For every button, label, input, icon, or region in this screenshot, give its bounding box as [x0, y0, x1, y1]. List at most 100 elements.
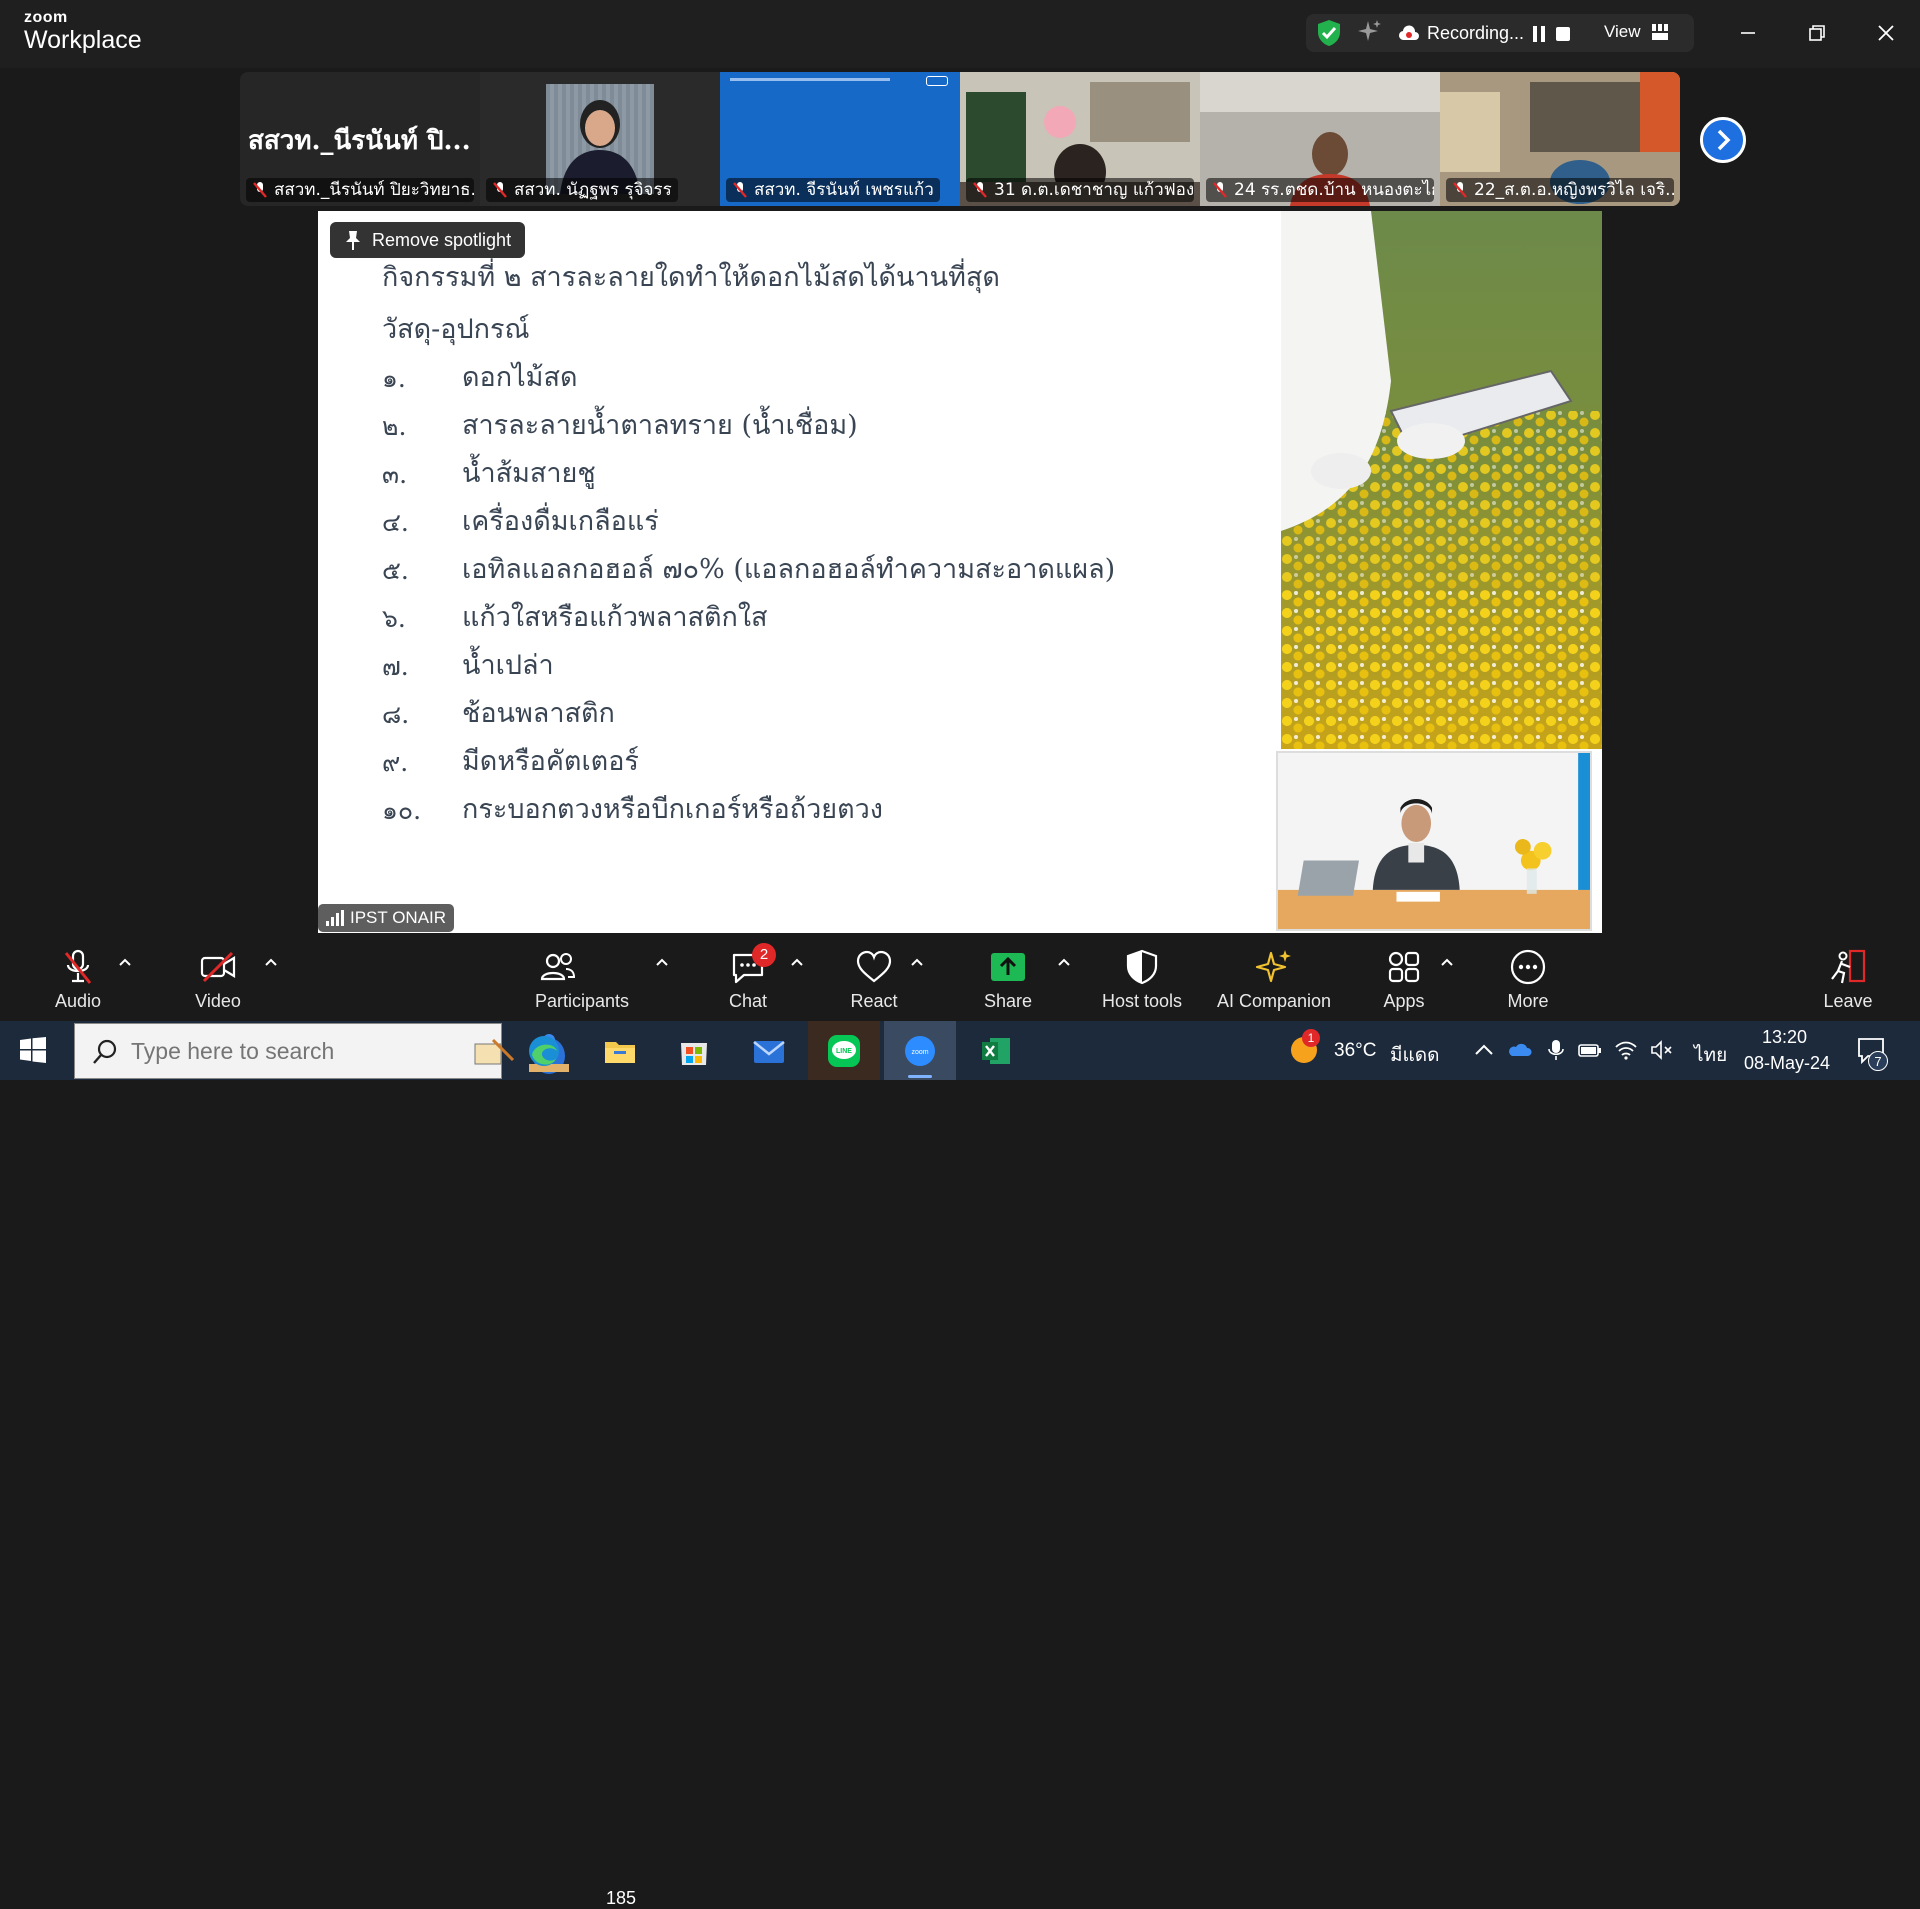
weather-description[interactable]: มีแดด [1390, 1040, 1439, 1070]
battery-icon[interactable] [1578, 1039, 1602, 1061]
restore-icon[interactable] [1802, 18, 1832, 48]
list-item: สารละลายน้ำตาลทราย (น้ำเชื่อม) [462, 410, 858, 441]
clock-time[interactable]: 13:20 [1762, 1027, 1807, 1048]
excel-icon [982, 1038, 1010, 1064]
windows-start-icon[interactable] [20, 1037, 46, 1063]
chat-options-chevron-up-icon[interactable] [790, 957, 804, 967]
list-number: ๓. [382, 460, 408, 489]
svg-text:LINE: LINE [836, 1048, 852, 1055]
taskbar-line[interactable]: LINE [808, 1021, 880, 1080]
audio-button[interactable]: Audio [38, 933, 118, 1021]
more-icon [1510, 949, 1546, 985]
host-tools-button[interactable]: Host tools [1092, 933, 1192, 1021]
participant-tile[interactable]: สสวท._นีรนันท์ ปิ... สสวท._นีรนันท์ ปิยะ… [240, 72, 480, 206]
close-icon[interactable] [1871, 18, 1901, 48]
share-button[interactable]: Share [968, 933, 1048, 1021]
meeting-toolbar: Audio Video Participants 185 Chat 2 Reac… [0, 933, 1920, 1908]
title-bar: zoom Workplace Recording... View [0, 0, 1920, 68]
participants-count: 185 [606, 1888, 637, 1908]
taskbar-search[interactable] [74, 1023, 569, 1079]
participants-options-chevron-up-icon[interactable] [655, 957, 669, 967]
list-number: ๘. [382, 700, 410, 729]
minimize-icon[interactable] [1733, 18, 1763, 48]
recording-status: Recording... [1427, 23, 1525, 43]
share-options-chevron-up-icon[interactable] [1057, 957, 1071, 967]
mic-muted-icon [253, 182, 267, 198]
more-button[interactable]: More [1488, 933, 1568, 1021]
edge-browser-icon [529, 1036, 559, 1066]
leave-button[interactable]: Leave [1808, 933, 1888, 1021]
taskbar-zoom[interactable]: zoom [884, 1021, 956, 1080]
taskbar-edge[interactable] [508, 1021, 580, 1080]
clock-date[interactable]: 08-May-24 [1744, 1053, 1830, 1074]
cloud-recording-icon [1398, 25, 1419, 41]
encryption-shield-icon[interactable] [1316, 19, 1342, 47]
participant-name: 31 ด.ต.เดชาชาญ แก้วฟอง [966, 178, 1194, 202]
mic-muted-icon [973, 182, 987, 198]
mic-muted-icon [64, 949, 92, 984]
chevron-up-icon[interactable] [1472, 1039, 1496, 1061]
mail-icon [753, 1041, 785, 1063]
participant-tile[interactable]: สสวท. จีรนันท์ เพชรแก้ว [720, 72, 960, 206]
windows-taskbar: LINE zoom 1 36°C มีแดด ไทย 13:20 08-May-… [0, 1021, 1920, 1080]
video-button[interactable]: Video [178, 933, 258, 1021]
gallery-strip: สสวท._นีรนันท์ ปิ... สสวท._นีรนันท์ ปิยะ… [240, 72, 1680, 206]
taskbar-mail[interactable] [733, 1021, 805, 1080]
taskbar-file-explorer[interactable] [584, 1021, 656, 1080]
list-number: ๑๐. [382, 796, 422, 825]
flower-field-photo [1281, 211, 1602, 749]
list-item: กระบอกตวงหรือบีกเกอร์หรือถ้วยตวง [462, 794, 883, 825]
taskbar-excel[interactable] [960, 1021, 1032, 1080]
input-language[interactable]: ไทย [1694, 1040, 1727, 1070]
share-screen-icon [991, 953, 1025, 981]
stop-recording-icon[interactable] [1556, 27, 1570, 41]
ai-companion-button[interactable]: AI Companion [1212, 933, 1336, 1021]
mic-muted-icon [1453, 182, 1467, 198]
mic-muted-icon [1213, 182, 1227, 198]
apps-options-chevron-up-icon[interactable] [1440, 957, 1454, 967]
participant-tile[interactable]: 31 ด.ต.เดชาชาญ แก้วฟอง [960, 72, 1200, 206]
list-item: แก้วใสหรือแก้วพลาสติกใส [462, 602, 768, 633]
list-number: ๑. [382, 364, 406, 393]
taskbar-store[interactable] [658, 1021, 730, 1080]
list-item: เอทิลแอลกอฮอล์ ๗๐% (แอลกอฮอล์ทำความสะอาด… [462, 554, 1116, 585]
participant-name: 22_ส.ต.อ.หญิงพรวิไล เจริ... [1446, 178, 1674, 202]
search-input[interactable] [131, 1034, 431, 1068]
audio-options-chevron-up-icon[interactable] [118, 957, 132, 967]
onedrive-cloud-icon[interactable] [1508, 1039, 1532, 1061]
pause-recording-icon[interactable] [1532, 26, 1546, 42]
participant-name: 24 รร.ตชด.บ้าน หนองตะไก้ [1206, 178, 1434, 202]
participant-name: สสวท. จีรนันท์ เพชรแก้ว [726, 178, 940, 202]
line-app-icon: LINE [828, 1035, 860, 1067]
list-item: น้ำเปล่า [462, 650, 554, 681]
slide-thumbnail-header [730, 78, 890, 81]
next-page-chevron-right-icon[interactable] [1700, 117, 1746, 163]
ai-sparkle-icon[interactable] [1357, 19, 1383, 45]
grid-view-icon[interactable] [1652, 24, 1668, 40]
video-options-chevron-up-icon[interactable] [264, 957, 278, 967]
participant-tile[interactable]: 22_ส.ต.อ.หญิงพรวิไล เจริ... [1440, 72, 1680, 206]
weather-temperature[interactable]: 36°C [1334, 1040, 1376, 1062]
list-item: ดอกไม้สด [462, 362, 578, 393]
spotlight-user-label: IPST ONAIR [318, 904, 455, 932]
zoom-app-icon: zoom [905, 1036, 935, 1066]
slide-title: กิจกรรมที่ ๒ สารละลายใดทำให้ดอกไม้สดได้น… [382, 262, 1000, 293]
wifi-icon[interactable] [1614, 1039, 1638, 1061]
react-button[interactable]: React [834, 933, 914, 1021]
brand-zoom: zoom [24, 9, 68, 26]
mic-muted-icon [493, 182, 507, 198]
participants-button[interactable]: Participants [522, 933, 642, 1021]
list-item: มีดหรือคัตเตอร์ [462, 746, 639, 777]
react-options-chevron-up-icon[interactable] [910, 957, 924, 967]
remove-spotlight-button[interactable]: Remove spotlight [330, 222, 526, 258]
microphone-icon[interactable] [1544, 1039, 1568, 1061]
weather-badge: 1 [1302, 1029, 1320, 1047]
apps-button[interactable]: Apps [1364, 933, 1444, 1021]
list-item: ช้อนพลาสติก [462, 698, 615, 729]
chat-button[interactable]: Chat [708, 933, 788, 1021]
view-menu-button[interactable]: View [1604, 22, 1641, 42]
list-number: ๒. [382, 412, 407, 441]
participant-tile[interactable]: 24 รร.ตชด.บ้าน หนองตะไก้ [1200, 72, 1440, 206]
participant-tile[interactable]: สสวท. นัฏฐพร รุจิจรร [480, 72, 720, 206]
volume-muted-icon[interactable] [1650, 1039, 1674, 1061]
